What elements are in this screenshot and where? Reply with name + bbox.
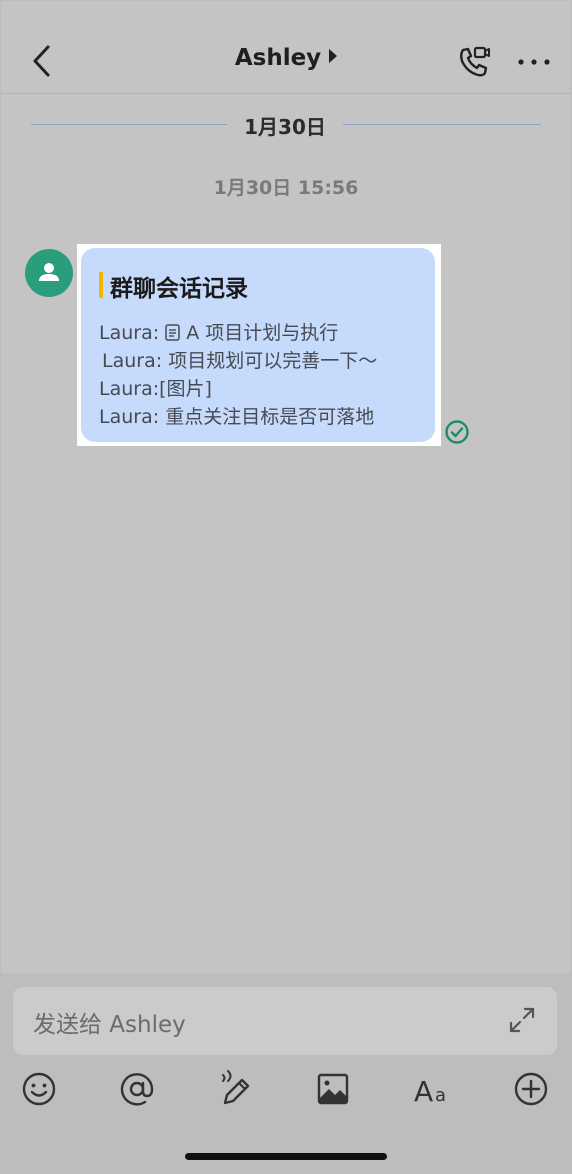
chat-screen: Ashley 1月30日 1月30日 15:56 群聊会话记录 Laura: A… [0,0,572,1174]
history-line: Laura: A 项目计划与执行 [99,318,338,345]
add-icon[interactable] [511,1069,551,1109]
expand-icon[interactable] [507,1005,537,1035]
chat-header: Ashley [1,1,571,94]
card-heading: 群聊会话记录 [110,276,248,302]
avatar[interactable] [25,249,73,297]
voice-edit-icon[interactable] [215,1069,255,1109]
read-check-icon [445,420,469,444]
message-text: [图片] [159,378,212,400]
sender-name: Laura: [99,378,160,400]
message-input[interactable]: 发送给 Ashley [13,987,557,1055]
divider-line-right [343,124,541,125]
message-timestamp: 1月30日 15:56 [213,177,359,199]
input-placeholder: 发送给 Ashley [33,1012,186,1038]
composer-toolbar: A a [1,1069,571,1113]
chat-title-text: Ashley [234,45,322,71]
date-divider-label: 1月30日 [244,115,326,139]
svg-text:A: A [414,1075,433,1108]
message-text: A 项目计划与执行 [186,322,339,344]
message-highlight: 群聊会话记录 Laura: A 项目计划与执行 Laura: 项目规划可以完善一… [77,244,441,446]
svg-text:a: a [435,1085,446,1106]
mention-icon[interactable] [117,1069,157,1109]
sender-name: Laura: [102,350,163,372]
emoji-icon[interactable] [19,1069,59,1109]
caret-right-icon [329,49,338,63]
message-text: 项目规划可以完善一下～ [168,350,378,372]
home-indicator[interactable] [185,1153,387,1160]
history-line: Laura: 重点关注目标是否可落地 [99,402,374,429]
divider-line-left [31,124,227,125]
accent-bar [99,272,103,298]
history-line: Laura: 项目规划可以完善一下～ [102,346,377,373]
document-icon [165,324,180,341]
composer-area: 发送给 Ashley A a [1,973,571,1173]
user-icon [39,263,59,281]
sender-name: Laura: [99,322,160,344]
date-divider: 1月30日 [31,111,541,139]
message-text: 重点关注目标是否可落地 [165,406,375,428]
history-line: Laura:[图片] [99,374,212,401]
more-horizontal-icon[interactable] [517,53,551,71]
sender-name: Laura: [99,406,160,428]
phone-call-icon[interactable] [457,45,491,79]
image-icon[interactable] [313,1069,353,1109]
text-format-icon[interactable]: A a [411,1069,457,1109]
chat-history-card[interactable]: 群聊会话记录 Laura: A 项目计划与执行 Laura: 项目规划可以完善一… [81,248,435,442]
